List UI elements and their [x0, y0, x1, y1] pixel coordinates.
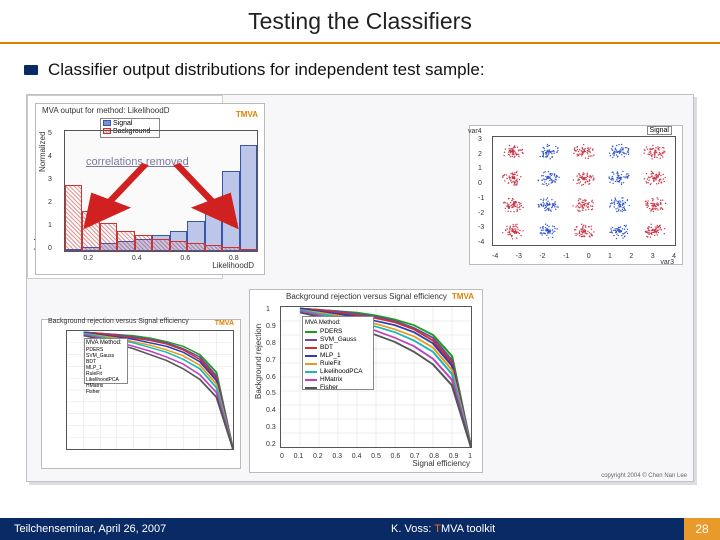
- slide-body: Classifier output distributions for inde…: [0, 44, 720, 482]
- x-axis-label: LikelihoodD: [212, 261, 254, 270]
- footer-author: K. Voss:: [391, 523, 434, 535]
- charts-panel: MVA output for method: LikelihoodD TMVA …: [26, 94, 694, 482]
- scatter-legend: Signal: [647, 126, 672, 135]
- chart-title: Background rejection versus Signal effic…: [48, 318, 189, 325]
- tmva-brand: TMVA: [236, 110, 258, 119]
- footer-t: T: [434, 523, 441, 535]
- y-axis-label: Normalized: [38, 132, 47, 172]
- footer-center: K. Voss: TMVA toolkit: [166, 523, 720, 535]
- chart-scatter: Signal -4-3-2-101234 -4-3-2-10123 var3 v…: [469, 125, 683, 265]
- chart-likelihood-hist: MVA output for method: LikelihoodD TMVA …: [35, 103, 265, 275]
- chart-title: MVA output for method: LikelihoodD: [42, 106, 169, 115]
- x-axis-label: var3: [660, 259, 674, 266]
- chart-roc-large: Background rejection versus Signal effic…: [249, 289, 483, 473]
- illustration-caption: copyright 2004 © Chen Nan Lee: [601, 473, 687, 479]
- y-axis-label: Background rejection: [254, 324, 263, 399]
- chart-title: Background rejection versus Signal effic…: [286, 292, 447, 301]
- x-axis-label: Signal efficiency: [412, 459, 470, 468]
- footer-left: Teilchenseminar, April 26, 2007: [0, 523, 166, 535]
- annotation-correlations: correlations removed: [86, 156, 189, 168]
- bullet-text: Classifier output distributions for inde…: [48, 60, 485, 80]
- plot-area: [64, 130, 258, 252]
- chart-legend: MVA Method:PDERSSVM_GaussBDTMLP_1RuleFit…: [84, 338, 128, 384]
- legend-signal: Signal: [113, 120, 132, 127]
- tmva-brand: TMVA: [215, 320, 234, 327]
- bullet-icon: [24, 65, 38, 75]
- footer-toolkit: MVA toolkit: [441, 523, 495, 535]
- bullet-row: Classifier output distributions for inde…: [24, 60, 696, 80]
- y-axis-label: var4: [468, 128, 482, 135]
- plot-area: [492, 136, 676, 246]
- slide: Testing the Classifiers Classifier outpu…: [0, 0, 720, 540]
- page-number-badge: 28: [684, 518, 720, 540]
- title-bar: Testing the Classifiers: [0, 0, 720, 44]
- tmva-brand: TMVA: [452, 292, 474, 301]
- page-title: Testing the Classifiers: [248, 8, 472, 35]
- chart-roc-small: Background rejection versus Signal effic…: [41, 319, 241, 469]
- footer: Teilchenseminar, April 26, 2007 K. Voss:…: [0, 518, 720, 540]
- chart-legend: MVA Method:PDERSSVM_GaussBDTMLP_1RuleFit…: [302, 316, 374, 390]
